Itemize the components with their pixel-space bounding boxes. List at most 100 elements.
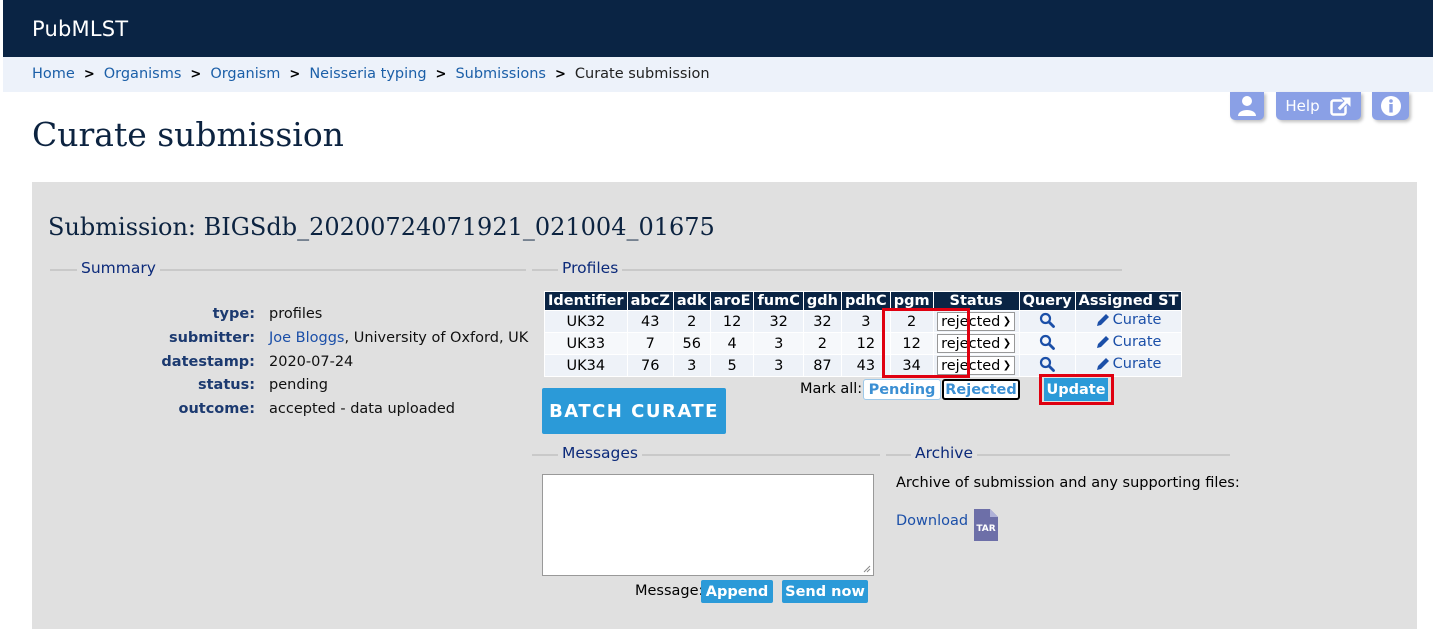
user-icon: [1238, 96, 1256, 116]
cell-aroe: 4: [709, 332, 755, 355]
breadcrumb-home[interactable]: Home: [32, 66, 75, 82]
curate-link[interactable]: Curate: [1096, 311, 1162, 328]
summary-status-label: status:: [197, 377, 255, 393]
summary-outcome-label: outcome:: [178, 401, 255, 417]
curate-link[interactable]: Curate: [1096, 333, 1162, 350]
col-assigned-st: Assigned ST: [1074, 291, 1183, 311]
profiles-table: Identifier abcZ adk aroE fumC gdh pdhC p…: [544, 291, 1183, 377]
col-identifier: Identifier: [544, 291, 628, 311]
cell-abcz: 43: [626, 310, 674, 333]
external-link-icon: [1329, 96, 1352, 116]
send-now-button[interactable]: Send now: [782, 580, 868, 603]
summary-submitter-value: Joe Bloggs, University of Oxford, UK: [269, 330, 528, 346]
cell-pgm: 2: [889, 310, 934, 333]
cell-aroe: 5: [709, 354, 755, 377]
cell-assigned-st: Curate: [1074, 310, 1183, 333]
table-row: UK33 7 56 4 3 2 12 12 rejected ❯ Curate: [544, 332, 1183, 355]
message-textarea[interactable]: [542, 474, 874, 576]
user-account-button[interactable]: [1230, 92, 1264, 120]
cell-query: [1018, 332, 1076, 355]
profiles-header-row: Identifier abcZ adk aroE fumC gdh pdhC p…: [544, 291, 1183, 311]
tar-file-label: TAR: [976, 524, 995, 534]
curate-label: Curate: [1112, 311, 1162, 328]
cell-assigned-st: Curate: [1074, 354, 1183, 377]
status-select-value: rejected: [941, 313, 1001, 330]
cell-identifier: UK32: [544, 310, 628, 333]
submitter-link[interactable]: Joe Bloggs: [269, 330, 345, 346]
site-name[interactable]: PubMLST: [32, 17, 128, 41]
resize-handle-icon[interactable]: [863, 565, 871, 573]
archive-legend: Archive: [911, 444, 977, 462]
status-select[interactable]: rejected ❯: [937, 356, 1016, 375]
pencil-icon: [1096, 314, 1109, 327]
summary-legend: Summary: [77, 259, 160, 277]
cell-gdh: 2: [802, 332, 842, 355]
cell-aroe: 12: [709, 310, 755, 333]
cell-fumc: 3: [753, 332, 804, 355]
summary-submitter-label: submitter:: [168, 330, 255, 346]
cell-assigned-st: Curate: [1074, 332, 1183, 355]
status-select[interactable]: rejected ❯: [937, 312, 1016, 331]
chevron-down-icon: ❯: [1002, 360, 1012, 371]
summary-type-value: profiles: [269, 306, 323, 322]
cell-query: [1018, 354, 1076, 377]
table-row: UK34 76 3 5 3 87 43 34 rejected ❯ Curate: [544, 354, 1183, 377]
cell-abcz: 76: [626, 354, 674, 377]
col-gdh: gdh: [802, 291, 842, 311]
search-icon[interactable]: [1039, 356, 1056, 372]
cell-identifier: UK33: [544, 332, 628, 355]
table-row: UK32 43 2 12 32 32 3 2 rejected ❯ Curate: [544, 310, 1183, 333]
summary-outcome-value: accepted - data uploaded: [269, 401, 455, 417]
update-button[interactable]: Update: [1044, 378, 1108, 401]
cell-pgm: 34: [889, 354, 934, 377]
append-button[interactable]: Append: [701, 580, 773, 603]
breadcrumb-neisseria-typing[interactable]: Neisseria typing: [309, 66, 426, 82]
breadcrumb-submissions[interactable]: Submissions: [455, 66, 546, 82]
help-label: Help: [1285, 97, 1320, 115]
col-pgm: pgm: [889, 291, 934, 311]
status-select[interactable]: rejected ❯: [937, 334, 1016, 353]
pencil-icon: [1096, 336, 1109, 349]
page-title: Curate submission: [32, 115, 344, 154]
col-fumc: fumC: [753, 291, 804, 311]
curate-link[interactable]: Curate: [1096, 356, 1161, 372]
col-status: Status: [932, 291, 1020, 311]
breadcrumb-organisms[interactable]: Organisms: [104, 66, 182, 82]
cell-adk: 3: [672, 354, 711, 377]
archive-description: Archive of submission and any supporting…: [896, 475, 1240, 491]
download-link[interactable]: Download: [896, 513, 968, 529]
messages-legend: Messages: [558, 444, 643, 462]
cell-pdhc: 12: [840, 332, 891, 355]
breadcrumb-separator: >: [190, 67, 202, 82]
summary-type-label: type:: [212, 306, 255, 322]
pencil-icon: [1096, 358, 1109, 371]
search-icon[interactable]: [1039, 312, 1056, 328]
breadcrumb-current: Curate submission: [574, 66, 710, 82]
mark-all-rejected-button[interactable]: Rejected: [942, 379, 1020, 400]
curate-label: Curate: [1112, 333, 1162, 350]
help-button[interactable]: Help: [1276, 92, 1361, 120]
chevron-down-icon: ❯: [1002, 338, 1012, 349]
message-label: Message:: [635, 583, 704, 599]
cell-pgm: 12: [889, 332, 934, 355]
profiles-legend: Profiles: [558, 259, 623, 277]
breadcrumb: Home > Organisms > Organism > Neisseria typing…: [3, 57, 1433, 92]
col-query: Query: [1018, 291, 1076, 311]
breadcrumb-separator: >: [435, 67, 447, 82]
batch-curate-button[interactable]: BATCH CURATE: [542, 388, 726, 434]
status-select-value: rejected: [941, 357, 1001, 374]
cell-adk: 2: [672, 310, 711, 333]
mark-all-label: Mark all:: [800, 381, 863, 397]
mark-all-pending-button[interactable]: Pending: [863, 379, 941, 400]
summary-datestamp-value: 2020-07-24: [269, 354, 354, 370]
cell-status: rejected ❯: [932, 332, 1020, 355]
cell-identifier: UK34: [544, 354, 628, 377]
info-button[interactable]: [1372, 92, 1409, 120]
breadcrumb-separator: >: [554, 67, 566, 82]
search-icon[interactable]: [1039, 334, 1056, 350]
cell-fumc: 32: [753, 310, 804, 333]
info-icon: [1380, 96, 1401, 116]
tar-file-icon[interactable]: TAR: [972, 508, 1000, 542]
breadcrumb-organism[interactable]: Organism: [210, 66, 280, 82]
cell-status: rejected ❯: [932, 310, 1020, 333]
